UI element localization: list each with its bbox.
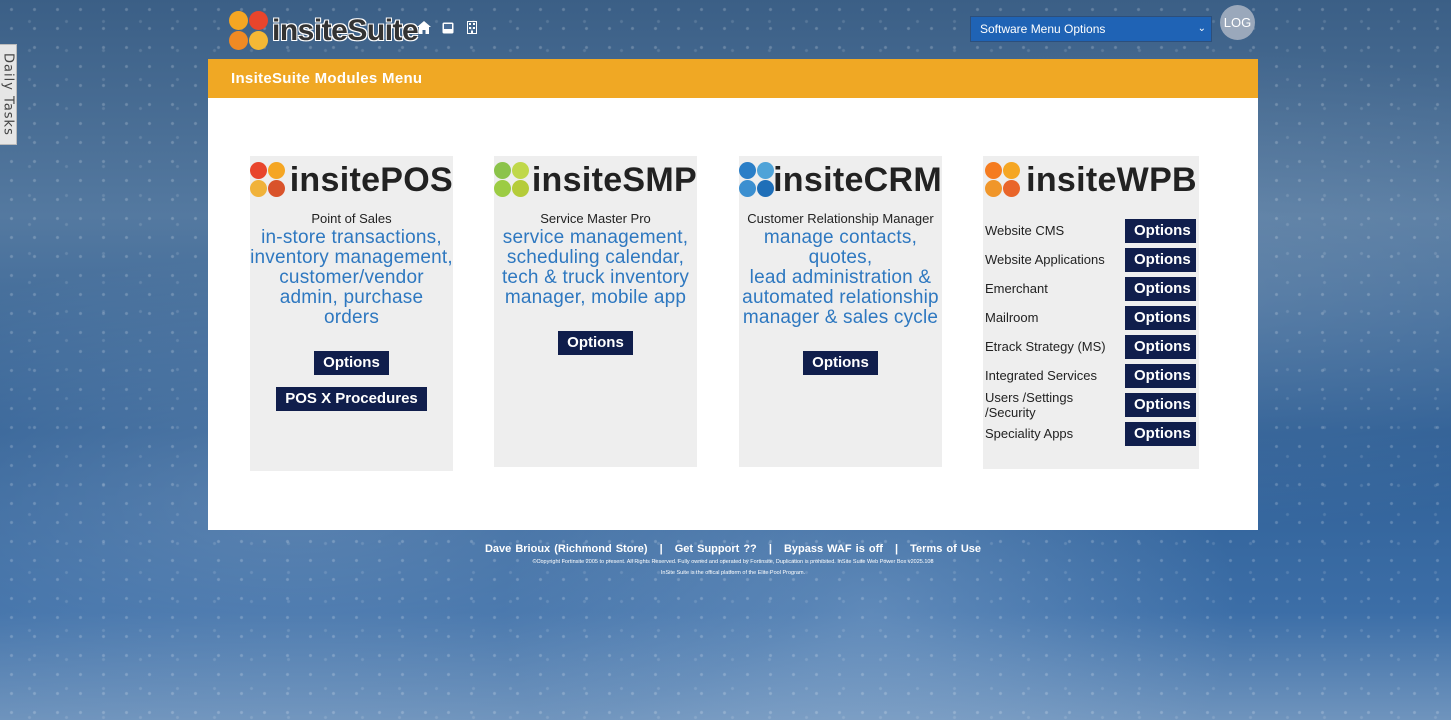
crm-subtitle: Customer Relationship Manager — [747, 211, 934, 226]
top-nav-icons — [416, 20, 479, 35]
terms-of-use-link[interactable]: Terms of Use — [910, 543, 981, 555]
get-support-link[interactable]: Get Support ?? — [675, 543, 757, 555]
wpb-row-label: Users /Settings /Security — [985, 389, 1074, 420]
wpb-name: insiteWPB — [1026, 161, 1197, 199]
module-card-wpb: insiteWPB Website CMS Options Website Ap… — [983, 156, 1199, 469]
module-card-crm: insiteCRM Customer Relationship Manager … — [739, 156, 942, 467]
wpb-row-label: Speciality Apps — [985, 426, 1074, 441]
panel-title: InsiteSuite Modules Menu — [208, 59, 1258, 98]
website-applications-options-button[interactable]: Options — [1125, 247, 1196, 272]
wpb-row: Integrated Services Options — [983, 361, 1199, 390]
wpb-row-label: Emerchant — [985, 281, 1048, 296]
wpb-row-label: Etrack Strategy (MS) — [985, 339, 1106, 354]
crm-options-button[interactable]: Options — [803, 351, 878, 375]
integrated-services-options-button[interactable]: Options — [1125, 363, 1196, 388]
chevron-down-icon: ⌄ — [1197, 23, 1206, 34]
smp-subtitle: Service Master Pro — [540, 211, 651, 226]
module-card-pos: insitePOS Point of Sales in-store transa… — [250, 156, 453, 471]
speciality-apps-options-button[interactable]: Options — [1125, 421, 1196, 446]
wpb-row-label: Mailroom — [985, 310, 1039, 325]
crm-description: manage contacts, quotes, lead administra… — [742, 227, 939, 328]
daily-tasks-label: Daily Tasks — [0, 53, 16, 136]
wpb-row-label: Website CMS — [985, 223, 1065, 238]
pos-logo: insitePOS — [250, 161, 453, 200]
smp-balls-icon — [494, 162, 529, 199]
software-menu-select[interactable]: Software Menu Options ⌄ — [970, 16, 1212, 42]
crm-logo: insiteCRM — [739, 161, 942, 200]
wpb-row: Speciality Apps Options — [983, 419, 1199, 448]
pos-balls-icon — [250, 162, 286, 199]
wpb-row: Mailroom Options — [983, 303, 1199, 332]
smp-description: service management, scheduling calendar,… — [501, 227, 690, 308]
building-icon[interactable] — [464, 20, 479, 35]
crm-name: insiteCRM — [773, 161, 942, 199]
wpb-logo: insiteWPB — [983, 161, 1199, 200]
inbox-icon[interactable] — [440, 20, 455, 35]
smp-name: insiteSMP — [531, 161, 697, 199]
crm-balls-icon — [739, 162, 774, 199]
logo-balls-icon — [229, 11, 269, 51]
etrack-strategy-options-button[interactable]: Options — [1125, 334, 1196, 359]
daily-tasks-tab[interactable]: Daily Tasks — [0, 44, 17, 145]
website-cms-options-button[interactable]: Options — [1125, 218, 1196, 243]
modules-panel: InsiteSuite Modules Menu insitePOS Point… — [208, 59, 1258, 530]
users-settings-security-options-button[interactable]: Options — [1125, 392, 1196, 417]
insitesuite-logo[interactable]: insiteSuite — [229, 11, 419, 51]
wpb-row: Users /Settings /Security Options — [983, 389, 1199, 420]
software-menu-value: Software Menu Options — [980, 22, 1106, 36]
bypass-waf-link[interactable]: Bypass WAF is off — [784, 543, 883, 555]
home-icon[interactable] — [416, 20, 431, 35]
wpb-row: Website CMS Options — [983, 216, 1199, 245]
footer-links: Dave Brioux (Richmond Store) | Get Suppo… — [208, 543, 1258, 555]
wpb-balls-icon — [985, 162, 1022, 199]
footer-separator: | — [659, 543, 663, 555]
footer: Dave Brioux (Richmond Store) | Get Suppo… — [208, 543, 1258, 579]
user-store-link[interactable]: Dave Brioux (Richmond Store) — [485, 543, 648, 555]
footer-separator: | — [895, 543, 899, 555]
logo-text: insiteSuite — [272, 14, 419, 47]
pos-description: in-store transactions, inventory managem… — [250, 227, 453, 328]
smp-options-button[interactable]: Options — [558, 331, 633, 355]
log-button[interactable]: LOG — [1220, 5, 1255, 40]
pos-x-procedures-button[interactable]: POS X Procedures — [276, 387, 427, 411]
wpb-row: Website Applications Options — [983, 245, 1199, 274]
pos-subtitle: Point of Sales — [311, 211, 392, 226]
wpb-row: Etrack Strategy (MS) Options — [983, 332, 1199, 361]
module-card-smp: insiteSMP Service Master Pro service man… — [494, 156, 697, 467]
wpb-options-list: Website CMS Options Website Applications… — [983, 216, 1199, 448]
mailroom-options-button[interactable]: Options — [1125, 305, 1196, 330]
pos-options-button[interactable]: Options — [314, 351, 389, 375]
footer-separator: | — [768, 543, 772, 555]
emerchant-options-button[interactable]: Options — [1125, 276, 1196, 301]
wpb-row-label: Integrated Services — [985, 368, 1098, 383]
wpb-row: Emerchant Options — [983, 274, 1199, 303]
wpb-row-label: Website Applications — [985, 252, 1105, 267]
copyright-text: ©Copyright Fortinsite 2005 to present. A… — [532, 559, 934, 576]
smp-logo: insiteSMP — [494, 161, 697, 200]
pos-name: insitePOS — [289, 161, 453, 199]
